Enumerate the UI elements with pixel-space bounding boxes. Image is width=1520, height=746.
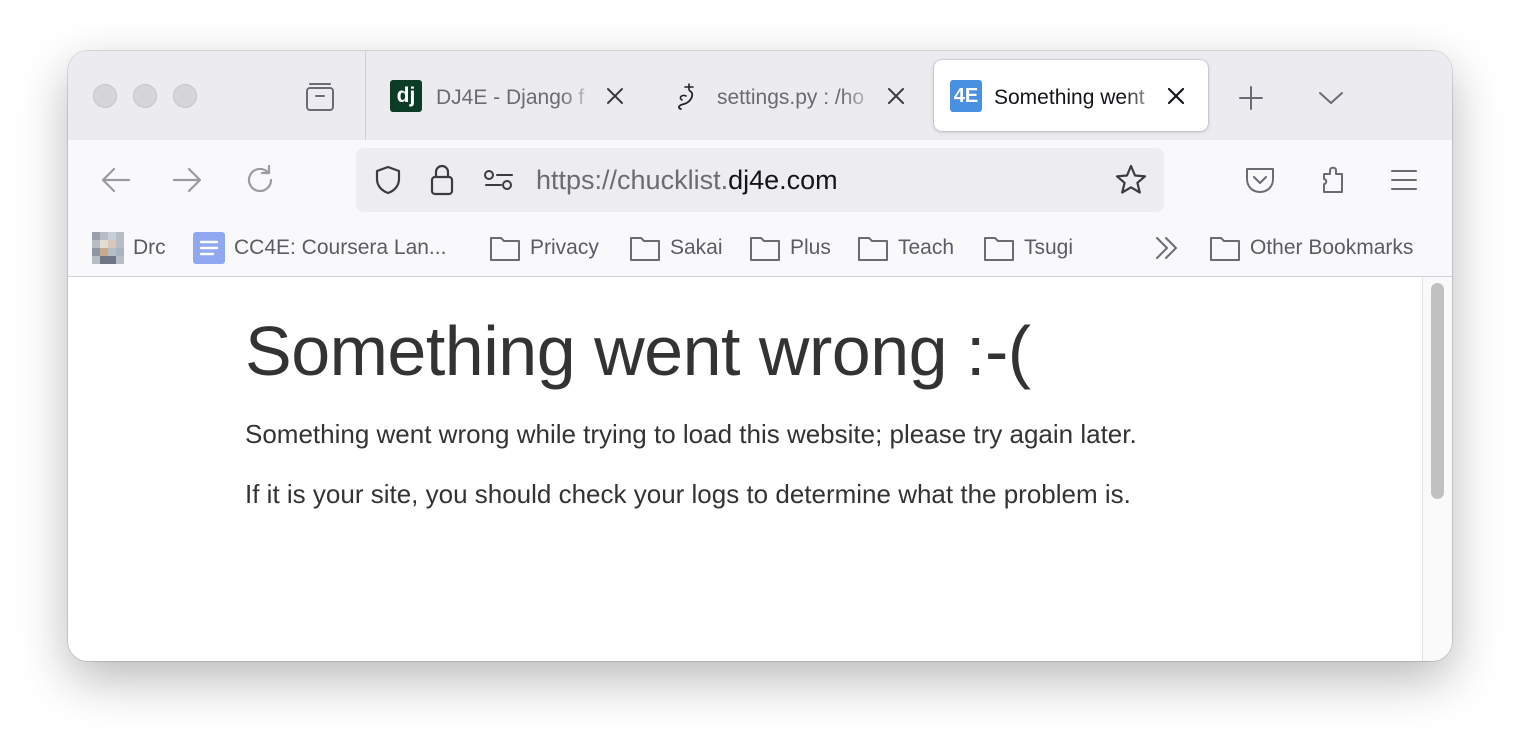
forward-arrow-icon bbox=[172, 167, 202, 193]
pocket-icon[interactable] bbox=[1242, 162, 1278, 198]
pythonanywhere-snake-icon bbox=[671, 80, 703, 112]
bookmark-star-icon[interactable] bbox=[1113, 162, 1149, 198]
bookmark-label: Tsugi bbox=[1024, 236, 1074, 259]
bookmark-label: Drc bbox=[133, 236, 166, 259]
bookmark-folder-sakai[interactable]: Sakai bbox=[629, 230, 723, 266]
bookmark-label: Sakai bbox=[670, 236, 723, 259]
new-tab-plus-icon[interactable] bbox=[1235, 82, 1267, 114]
bookmark-label: Plus bbox=[790, 236, 831, 259]
tab-bar: dj DJ4E - Django f settings.py : /ho 4E … bbox=[68, 51, 1452, 140]
folder-icon bbox=[858, 237, 888, 261]
reload-button[interactable] bbox=[240, 160, 280, 200]
url-prefix: https://chucklist. bbox=[536, 165, 729, 195]
error-hint: If it is your site, you should check you… bbox=[245, 479, 1131, 509]
dj4e-favicon-icon: 4E bbox=[950, 80, 982, 112]
bookmark-folder-tsugi[interactable]: Tsugi bbox=[983, 230, 1073, 266]
other-bookmarks-folder[interactable]: Other Bookmarks bbox=[1209, 230, 1413, 266]
document-icon bbox=[193, 232, 225, 264]
tab-title-fade bbox=[560, 70, 600, 121]
bookmark-folder-teach[interactable]: Teach bbox=[857, 230, 954, 266]
tab-something-went-wrong[interactable]: 4E Something went bbox=[934, 60, 1208, 131]
tab-settings-py[interactable]: settings.py : /ho bbox=[651, 60, 919, 131]
error-message: Something went wrong while trying to loa… bbox=[245, 419, 1137, 449]
extensions-puzzle-icon[interactable] bbox=[1316, 162, 1352, 198]
bookmarks-toolbar: Drc CC4E: Coursera Lan... Privacy Sakai bbox=[68, 220, 1452, 277]
bookmarks-overflow-chevrons-icon[interactable] bbox=[1151, 232, 1183, 264]
bookmark-folder-privacy[interactable]: Privacy bbox=[489, 230, 599, 266]
tab-title-fade bbox=[1124, 70, 1164, 121]
tab-dj4e[interactable]: dj DJ4E - Django f bbox=[370, 60, 638, 131]
django-favicon-icon: dj bbox=[390, 80, 422, 112]
folder-icon bbox=[630, 237, 660, 261]
bookmark-folder-plus[interactable]: Plus bbox=[749, 230, 831, 266]
folder-icon bbox=[490, 237, 520, 261]
page-heading: Something went wrong :-( bbox=[245, 312, 1031, 390]
zoom-window-button[interactable] bbox=[173, 84, 197, 108]
minimize-window-button[interactable] bbox=[133, 84, 157, 108]
back-button[interactable] bbox=[96, 160, 136, 200]
tab-separator bbox=[365, 51, 366, 140]
tab-title-fade bbox=[841, 70, 881, 121]
pixel-avatar-icon bbox=[92, 232, 124, 264]
vertical-scrollbar[interactable] bbox=[1422, 277, 1452, 661]
bookmark-label: Teach bbox=[898, 236, 955, 259]
bookmark-label: CC4E: Coursera Lan... bbox=[234, 236, 447, 259]
navigation-toolbar: https://chucklist.dj4e.com bbox=[68, 140, 1452, 220]
list-all-tabs-chevron-down-icon[interactable] bbox=[1315, 82, 1347, 114]
firefox-view-button[interactable] bbox=[303, 79, 337, 113]
bookmark-label: Privacy bbox=[530, 236, 599, 259]
dj4e-favicon-text: 4E bbox=[953, 84, 979, 107]
app-menu-hamburger-icon[interactable] bbox=[1386, 162, 1422, 198]
url-host: dj4e.com bbox=[728, 165, 838, 195]
folder-icon bbox=[984, 237, 1014, 261]
tab-close-icon[interactable] bbox=[884, 84, 908, 108]
close-window-button[interactable] bbox=[93, 84, 117, 108]
django-favicon-text: dj bbox=[396, 84, 416, 107]
back-arrow-icon bbox=[101, 167, 131, 193]
folder-icon bbox=[1210, 237, 1240, 261]
tracking-protection-shield-icon[interactable] bbox=[371, 163, 405, 197]
forward-button[interactable] bbox=[167, 160, 207, 200]
browser-window: dj DJ4E - Django f settings.py : /ho 4E … bbox=[68, 51, 1452, 661]
bookmark-label: Other Bookmarks bbox=[1250, 236, 1414, 259]
reload-icon bbox=[247, 164, 273, 193]
page-content: Something went wrong :-( Something went … bbox=[68, 277, 1422, 661]
tab-close-icon[interactable] bbox=[1164, 84, 1188, 108]
tab-close-icon[interactable] bbox=[603, 84, 627, 108]
scrollbar-thumb[interactable] bbox=[1431, 283, 1444, 499]
firefox-view-icon bbox=[306, 83, 334, 111]
url-text[interactable]: https://chucklist.dj4e.com bbox=[536, 148, 838, 212]
address-bar[interactable]: https://chucklist.dj4e.com bbox=[356, 148, 1164, 212]
folder-icon bbox=[750, 237, 780, 261]
lock-icon[interactable] bbox=[426, 162, 458, 198]
bookmark-cc4e[interactable]: CC4E: Coursera Lan... bbox=[193, 230, 446, 266]
bookmark-drc[interactable]: Drc bbox=[92, 230, 166, 266]
site-permissions-icon[interactable] bbox=[482, 164, 516, 196]
